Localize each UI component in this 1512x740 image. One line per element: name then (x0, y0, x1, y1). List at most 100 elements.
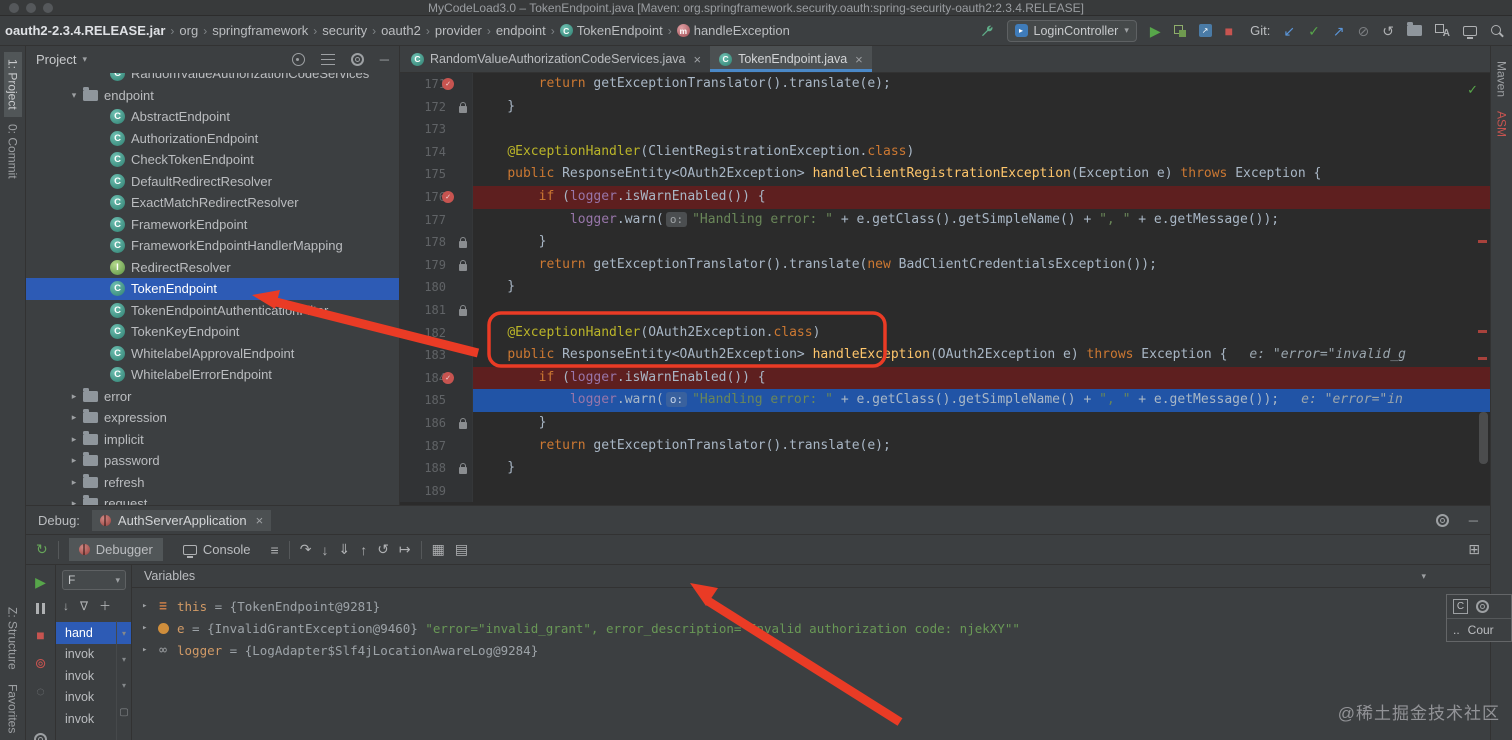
tree-item-abstractendpoint[interactable]: C AbstractEndpoint (26, 106, 399, 128)
breadcrumb-endpoint[interactable]: endpoint (493, 22, 549, 39)
minimize-window-button[interactable] (26, 2, 36, 13)
breadcrumb-provider[interactable]: provider (432, 22, 485, 39)
view-breakpoints-button[interactable]: ⊚ (35, 656, 47, 670)
tree-item-randomvalueauthorizationcodeservices[interactable]: C RandomValueAuthorizationCodeServices (26, 73, 399, 85)
zoom-window-button[interactable] (43, 2, 53, 13)
stop-button[interactable]: ■ (36, 628, 44, 642)
locate-file-icon[interactable] (291, 53, 305, 66)
resume-button[interactable]: ▶ (35, 575, 46, 589)
inspections-ok-icon[interactable]: ✓ (1467, 82, 1478, 98)
error-stripe-mark[interactable] (1478, 330, 1487, 333)
error-stripe-mark[interactable] (1478, 357, 1487, 360)
push-button[interactable]: ↗ (1333, 24, 1345, 38)
add-icon[interactable]: ＋ (99, 597, 111, 614)
tool-stripe-maven[interactable]: Maven (1493, 54, 1511, 104)
breakpoint-icon[interactable]: ✓ (442, 371, 454, 384)
breadcrumb-springframework[interactable]: springframework (209, 22, 311, 39)
view-options-icon[interactable] (320, 53, 335, 66)
debug-session-tab[interactable]: AuthServerApplication × (91, 509, 272, 531)
tree-expand-icon[interactable]: ▸ (68, 434, 80, 445)
tree-expand-icon[interactable]: ▸ (68, 412, 80, 423)
chevron-down-icon[interactable]: ▾ (82, 54, 87, 65)
tree-item-endpoint[interactable]: ▾ endpoint (26, 85, 399, 107)
rerun-button[interactable]: ↻ (36, 541, 48, 558)
breadcrumb-oauth2-2-3-4-release-jar[interactable]: oauth2-2.3.4.RELEASE.jar (2, 22, 168, 39)
tree-item-frameworkendpoint[interactable]: C FrameworkEndpoint (26, 214, 399, 236)
export-threads-icon[interactable]: ↓ (63, 599, 69, 613)
expand-chevron-icon[interactable]: ▸ (142, 601, 156, 611)
tree-item-whitelabelapprovalendpoint[interactable]: C WhitelabelApprovalEndpoint (26, 343, 399, 365)
gear-icon[interactable] (34, 733, 47, 740)
tool-stripe-favorites[interactable]: Favorites (4, 677, 22, 740)
tree-item-defaultredirectresolver[interactable]: C DefaultRedirectResolver (26, 171, 399, 193)
no-vcs-icon[interactable]: ⊘ (1358, 24, 1370, 38)
chevron-down-icon[interactable]: ▾ (122, 681, 126, 690)
terminal-monitor-button[interactable] (1463, 25, 1477, 39)
translate-icon[interactable] (1435, 24, 1450, 39)
mute-breakpoints-button[interactable]: ◌ (36, 684, 44, 698)
chevron-down-icon[interactable]: ▾ (1421, 571, 1426, 582)
step-into-button[interactable]: ↓ (321, 542, 328, 558)
gear-icon[interactable] (350, 53, 364, 66)
update-project-button[interactable]: ↙ (1283, 24, 1295, 38)
tool-stripe-z-structure[interactable]: Z: Structure (4, 600, 22, 677)
layout-settings-icon[interactable]: ⊞ (1468, 541, 1480, 558)
popup-c-button[interactable]: C (1453, 599, 1468, 614)
profiler-button[interactable]: ↗ (1198, 24, 1212, 37)
watches-view-button[interactable]: ▤ (455, 541, 468, 558)
evaluate-expression-button[interactable]: ▦ (432, 541, 445, 558)
gear-icon[interactable] (1435, 513, 1449, 527)
chevron-down-icon[interactable]: ▾ (122, 655, 126, 664)
tree-item-request[interactable]: ▸ request (26, 493, 399, 505)
hide-panel-icon[interactable]: ─ (1469, 513, 1478, 528)
commit-button[interactable]: ✓ (1308, 24, 1320, 38)
expand-chevron-icon[interactable]: ▸ (142, 645, 156, 655)
tool-stripe-0-commit[interactable]: 0: Commit (4, 117, 22, 186)
tree-item-redirectresolver[interactable]: I RedirectResolver (26, 257, 399, 279)
copy-frame-icon[interactable]: ▢ (119, 707, 128, 718)
close-tab-icon[interactable]: × (693, 52, 701, 67)
breadcrumb-org[interactable]: org (176, 22, 201, 39)
tree-expand-icon[interactable]: ▸ (68, 455, 80, 466)
tree-expand-icon[interactable]: ▸ (68, 498, 80, 505)
tree-item-tokenkeyendpoint[interactable]: C TokenKeyEndpoint (26, 321, 399, 343)
code-editor[interactable]: 171 ✓ return getExceptionTranslator().tra… (400, 73, 1490, 505)
chevron-down-icon[interactable]: ▾ (122, 629, 126, 638)
tree-item-error[interactable]: ▸ error (26, 386, 399, 408)
gear-icon[interactable] (1476, 600, 1489, 613)
breadcrumb-tokenendpoint[interactable]: C TokenEndpoint (557, 22, 666, 39)
close-window-button[interactable] (9, 2, 19, 13)
step-over-button[interactable]: ↷ (300, 541, 312, 558)
tool-stripe-asm[interactable]: ASM (1493, 104, 1511, 144)
coverage-button[interactable] (1173, 24, 1186, 37)
thread-selector[interactable]: F ▾ (62, 570, 126, 590)
force-step-into-button[interactable]: ⇓ (338, 541, 350, 558)
close-tab-icon[interactable]: × (855, 52, 863, 67)
editor-tab-tokenendpoint-java[interactable]: C TokenEndpoint.java × (710, 46, 872, 72)
history-folder-button[interactable] (1407, 22, 1422, 36)
tab-debugger[interactable]: Debugger (68, 538, 163, 561)
tab-console[interactable]: Console (173, 538, 261, 561)
run-button[interactable]: ▶ (1150, 24, 1161, 38)
project-panel-title[interactable]: Project (36, 52, 76, 67)
tree-item-authorizationendpoint[interactable]: C AuthorizationEndpoint (26, 128, 399, 150)
tool-stripe-1-project[interactable]: 1: Project (3, 52, 22, 117)
tree-expand-icon[interactable]: ▸ (68, 391, 80, 402)
wrench-icon[interactable] (979, 23, 994, 38)
tree-item-implicit[interactable]: ▸ implicit (26, 429, 399, 451)
tree-item-tokenendpointauthenticationfilter[interactable]: C TokenEndpointAuthenticationFilter (26, 300, 399, 322)
tree-item-checktokenendpoint[interactable]: C CheckTokenEndpoint (26, 149, 399, 171)
hide-panel-icon[interactable]: ─ (380, 52, 389, 67)
pause-button[interactable] (36, 603, 45, 614)
variable-row-this[interactable]: ▸ ≡ this = {TokenEndpoint@9281} (132, 595, 1490, 617)
filter-funnel-icon[interactable]: ∇ (80, 599, 88, 613)
editor-tab-randomvalueauthorizationcodeservices-java[interactable]: C RandomValueAuthorizationCodeServices.ja… (402, 46, 710, 72)
rollback-button[interactable]: ↺ (1382, 24, 1394, 38)
tree-item-expression[interactable]: ▸ expression (26, 407, 399, 429)
drop-frame-button[interactable]: ↺ (377, 541, 389, 558)
step-out-button[interactable]: ↑ (360, 542, 367, 558)
breadcrumb-handleexception[interactable]: m handleException (674, 22, 793, 39)
breakpoint-icon[interactable]: ✓ (442, 190, 454, 203)
toolbar-options-icon[interactable]: ≡ (271, 542, 279, 558)
variable-row-e[interactable]: ▸ e = {InvalidGrantException@9460} "error… (132, 617, 1490, 639)
